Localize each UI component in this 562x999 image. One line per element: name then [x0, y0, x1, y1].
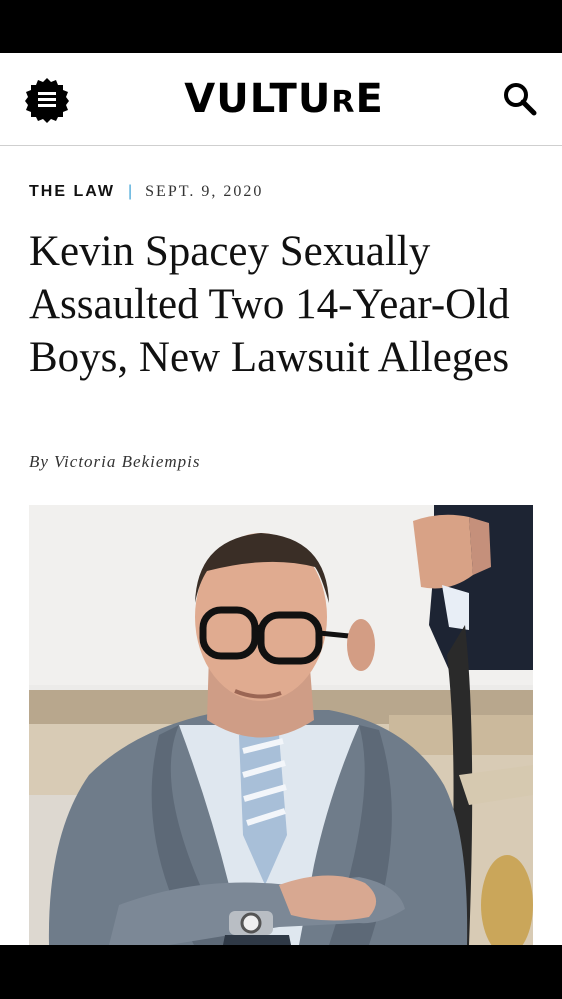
phone-screen: VULTURE THE LAW | SEPT. 9, 2020 Kevin Sp… [0, 0, 562, 999]
search-button[interactable] [498, 77, 542, 121]
search-icon [504, 83, 537, 116]
byline-prefix: By [29, 452, 49, 471]
publish-date: SEPT. 9, 2020 [145, 183, 264, 200]
article-meta: THE LAW | SEPT. 9, 2020 [29, 183, 263, 201]
hamburger-badge-icon [25, 78, 69, 123]
menu-button[interactable] [24, 77, 70, 123]
logo-text: VULTURE [184, 76, 384, 122]
rubric-link[interactable]: THE LAW [29, 183, 115, 201]
meta-divider: | [128, 183, 133, 200]
byline: By Victoria Bekiempis [29, 452, 201, 472]
author-link[interactable]: Victoria Bekiempis [54, 452, 201, 471]
vulture-logo[interactable]: VULTURE [184, 73, 384, 125]
article-page: VULTURE THE LAW | SEPT. 9, 2020 Kevin Sp… [0, 53, 562, 945]
status-bar [0, 0, 562, 53]
site-header: VULTURE [0, 53, 562, 146]
article-headline: Kevin Spacey Sexually Assaulted Two 14-Y… [29, 228, 510, 381]
navigation-bar [0, 945, 562, 999]
lead-photo[interactable] [29, 505, 533, 945]
lead-photo-image [29, 505, 533, 945]
